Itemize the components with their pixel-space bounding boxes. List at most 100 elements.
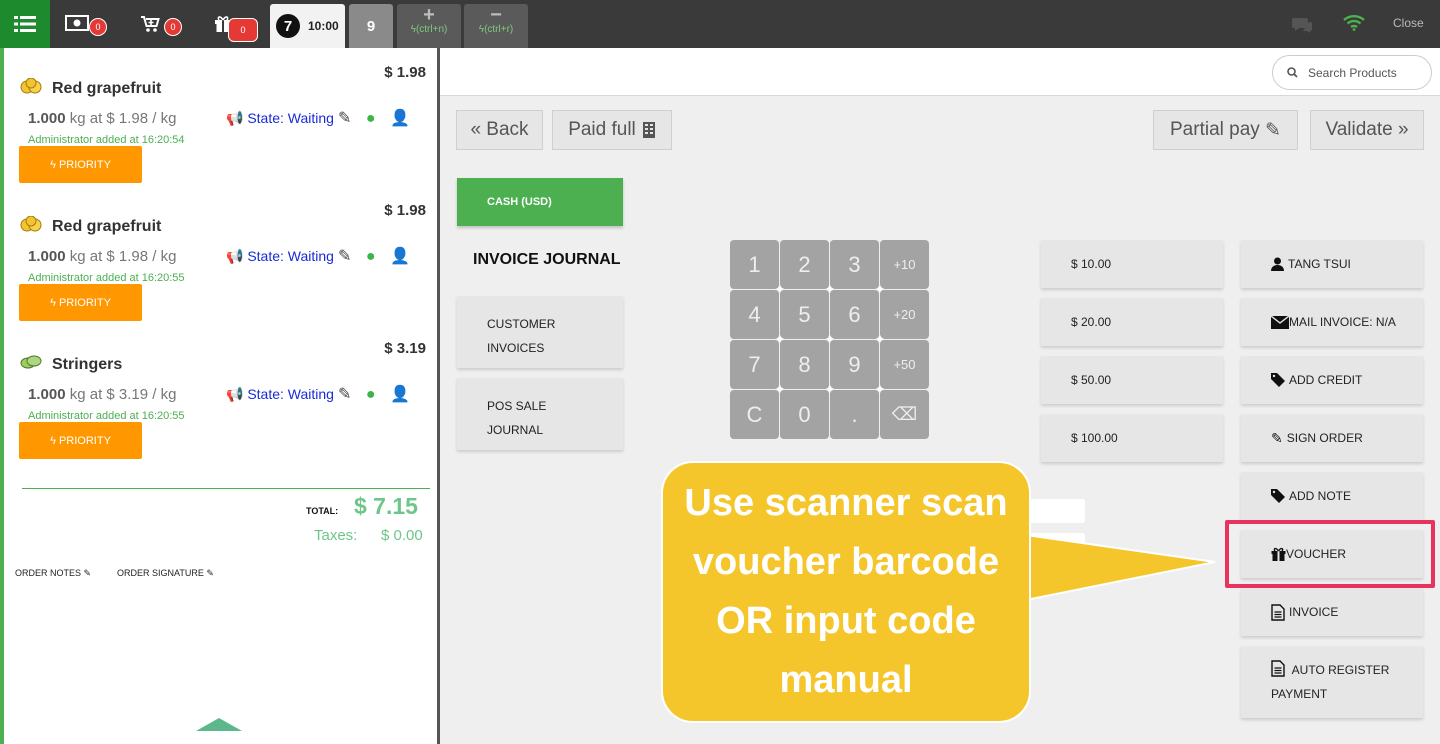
- cart-badge: 0: [164, 18, 182, 36]
- added-by: Administrator added at 16:20:55: [28, 410, 185, 422]
- priority-button[interactable]: ϟ PRIORITY: [19, 284, 142, 321]
- pos-sale-journal-button[interactable]: POS SALE JOURNAL: [457, 378, 623, 450]
- double-chevron-right-icon: »: [1392, 119, 1409, 140]
- numpad-key-backspace[interactable]: ⌫: [880, 390, 929, 439]
- bolt-icon: ϟ: [50, 434, 59, 447]
- voucher-code-input[interactable]: [1030, 499, 1085, 523]
- pos-sale-label-2: JOURNAL: [487, 423, 544, 437]
- envelope-icon: [1271, 315, 1289, 329]
- vegetable-icon: [20, 354, 42, 375]
- list-icon: [14, 16, 36, 32]
- close-link[interactable]: Close: [1393, 16, 1424, 30]
- order-notes-link[interactable]: ORDER NOTES ✎: [15, 568, 91, 579]
- sparkle-icon: ✦: [875, 382, 886, 396]
- voucher-highlight-box: [1225, 520, 1435, 588]
- priority-button[interactable]: ϟ PRIORITY: [19, 146, 142, 183]
- sparkle-icon: ✦: [825, 332, 836, 346]
- paid-full-label: Paid full: [568, 119, 636, 140]
- numpad-key-5[interactable]: 5: [780, 290, 829, 339]
- partial-pay-label: Partial pay: [1170, 119, 1260, 140]
- user-plus-icon[interactable]: 👤: [390, 110, 410, 127]
- search-box[interactable]: [1272, 55, 1432, 90]
- priority-button[interactable]: ϟ PRIORITY: [19, 422, 142, 459]
- numpad-key-4[interactable]: 4: [730, 290, 779, 339]
- order-notes-label: ORDER NOTES: [15, 568, 82, 578]
- scroll-up-arrow[interactable]: [196, 718, 242, 731]
- amount-20-button[interactable]: $ 20.00: [1041, 298, 1223, 346]
- add-note-button[interactable]: ADD NOTE: [1241, 472, 1423, 520]
- order-tab-9[interactable]: 9: [349, 4, 393, 48]
- megaphone-icon: 📢: [226, 110, 244, 126]
- numpad-key-dot[interactable]: .: [830, 390, 879, 439]
- numpad-key-clear[interactable]: C: [730, 390, 779, 439]
- menu-list-button[interactable]: [0, 0, 50, 48]
- priority-label: PRIORITY: [58, 434, 111, 447]
- product-state: 📢 State: Waiting: [226, 248, 334, 265]
- numpad-key-2[interactable]: 2: [780, 240, 829, 289]
- amount-50-button[interactable]: $ 50.00: [1041, 356, 1223, 404]
- add-credit-label: ADD CREDIT: [1289, 373, 1363, 387]
- edit-icon: ✎: [1259, 119, 1281, 141]
- auto-register-payment-button[interactable]: AUTO REGISTER PAYMENT: [1241, 646, 1423, 718]
- numpad-key-plus10[interactable]: +10: [880, 240, 929, 289]
- remove-order-button[interactable]: − ϟ(ctrl+r): [464, 4, 528, 48]
- product-name: Red grapefruit: [52, 218, 162, 235]
- building-icon: [642, 122, 655, 138]
- validate-button[interactable]: Validate »: [1310, 110, 1424, 150]
- taxes-label: Taxes:: [314, 527, 358, 544]
- user-plus-icon[interactable]: 👤: [390, 386, 410, 403]
- partial-pay-button[interactable]: Partial pay ✎: [1153, 110, 1298, 150]
- user-plus-icon[interactable]: 👤: [390, 248, 410, 265]
- numpad-key-9[interactable]: 9: [830, 340, 879, 389]
- numpad-key-1[interactable]: 1: [730, 240, 779, 289]
- mail-invoice-label: MAIL INVOICE: N/A: [1289, 315, 1396, 329]
- paid-full-button[interactable]: Paid full: [552, 110, 672, 150]
- callout-line-2: voucher barcode: [692, 541, 1000, 583]
- megaphone-icon: 📢: [226, 248, 244, 264]
- customer-button[interactable]: TANG TSUI: [1241, 240, 1423, 288]
- add-credit-button[interactable]: ADD CREDIT: [1241, 356, 1423, 404]
- edit-icon[interactable]: ✎: [338, 248, 351, 265]
- order-time: 10:00: [308, 19, 339, 33]
- product-price: $ 1.98: [384, 64, 426, 81]
- qty-unit: kg at $ 1.98 / kg: [69, 110, 177, 127]
- sign-order-button[interactable]: ✎ SIGN ORDER: [1241, 414, 1423, 462]
- user-icon: [1271, 257, 1284, 271]
- numpad-key-0[interactable]: 0: [780, 390, 829, 439]
- new-order-button[interactable]: + ϟ(ctrl+n): [397, 4, 461, 48]
- minus-icon: −: [490, 4, 502, 26]
- amount-10-button[interactable]: $ 10.00: [1041, 240, 1223, 288]
- numpad-key-8[interactable]: 8: [780, 340, 829, 389]
- mail-invoice-button[interactable]: MAIL INVOICE: N/A: [1241, 298, 1423, 346]
- numpad-key-3[interactable]: 3: [830, 240, 879, 289]
- chat-icon[interactable]: [1291, 16, 1313, 34]
- cash-usd-button[interactable]: CASH (USD): [457, 178, 623, 226]
- numpad-key-7[interactable]: 7: [730, 340, 779, 389]
- back-button[interactable]: « Back: [456, 110, 543, 150]
- priority-label: PRIORITY: [58, 158, 111, 171]
- invoice-journal-heading: INVOICE JOURNAL: [473, 251, 621, 268]
- callout-text: Use scanner scan voucher barcode OR inpu…: [684, 474, 1007, 710]
- numpad-key-plus50[interactable]: +50: [880, 340, 929, 389]
- voucher-code-input-2[interactable]: [1030, 533, 1085, 557]
- edit-icon[interactable]: ✎: [338, 110, 351, 127]
- invoice-button[interactable]: INVOICE: [1241, 588, 1423, 636]
- edit-icon: ✎: [83, 568, 92, 578]
- validate-label: Validate: [1325, 119, 1393, 140]
- comment-icon[interactable]: ●: [366, 386, 376, 403]
- priority-label: PRIORITY: [58, 296, 111, 309]
- order-signature-link[interactable]: ORDER SIGNATURE ✎: [117, 568, 214, 579]
- callout-line-1: Use scanner scan: [684, 482, 1008, 524]
- comment-icon[interactable]: ●: [366, 248, 376, 265]
- edit-icon[interactable]: ✎: [338, 386, 351, 403]
- state-text: State: Waiting: [247, 386, 334, 402]
- amount-100-button[interactable]: $ 100.00: [1041, 414, 1223, 462]
- comment-icon[interactable]: ●: [366, 110, 376, 127]
- numpad-key-6[interactable]: 6: [830, 290, 879, 339]
- total-value: $ 7.15: [354, 493, 418, 519]
- order-tab-active[interactable]: 7 10:00: [270, 4, 345, 48]
- search-input[interactable]: [1308, 65, 1428, 80]
- total-divider: [22, 488, 430, 489]
- customer-invoices-button[interactable]: CUSTOMER INVOICES: [457, 296, 623, 368]
- numpad-key-plus20[interactable]: +20: [880, 290, 929, 339]
